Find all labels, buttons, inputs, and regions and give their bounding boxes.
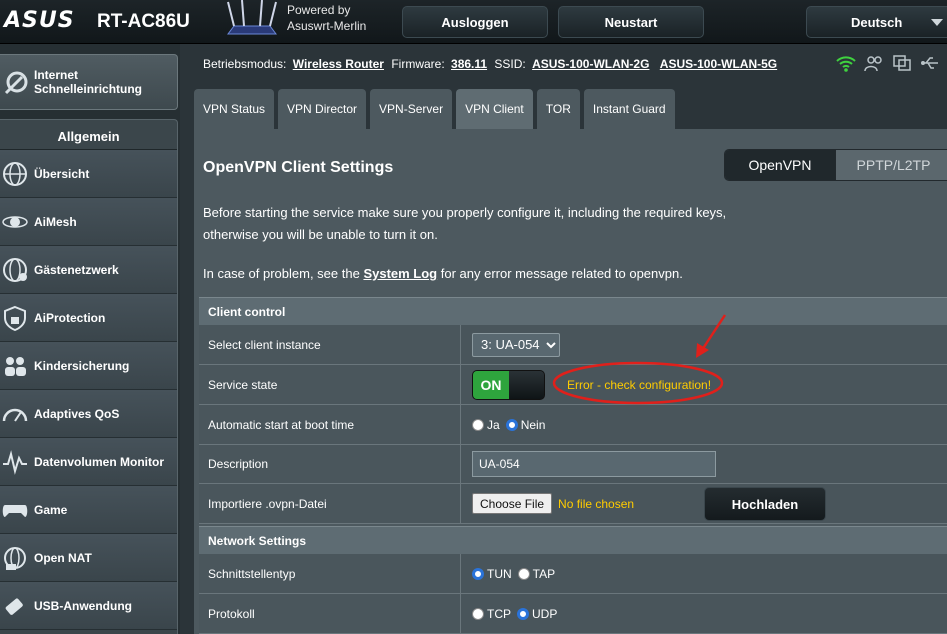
annotation-arrow-line — [700, 314, 727, 351]
annotation-arrow-head — [696, 343, 709, 358]
highlight-ellipse — [552, 361, 724, 405]
annotation-overlay — [552, 314, 727, 405]
